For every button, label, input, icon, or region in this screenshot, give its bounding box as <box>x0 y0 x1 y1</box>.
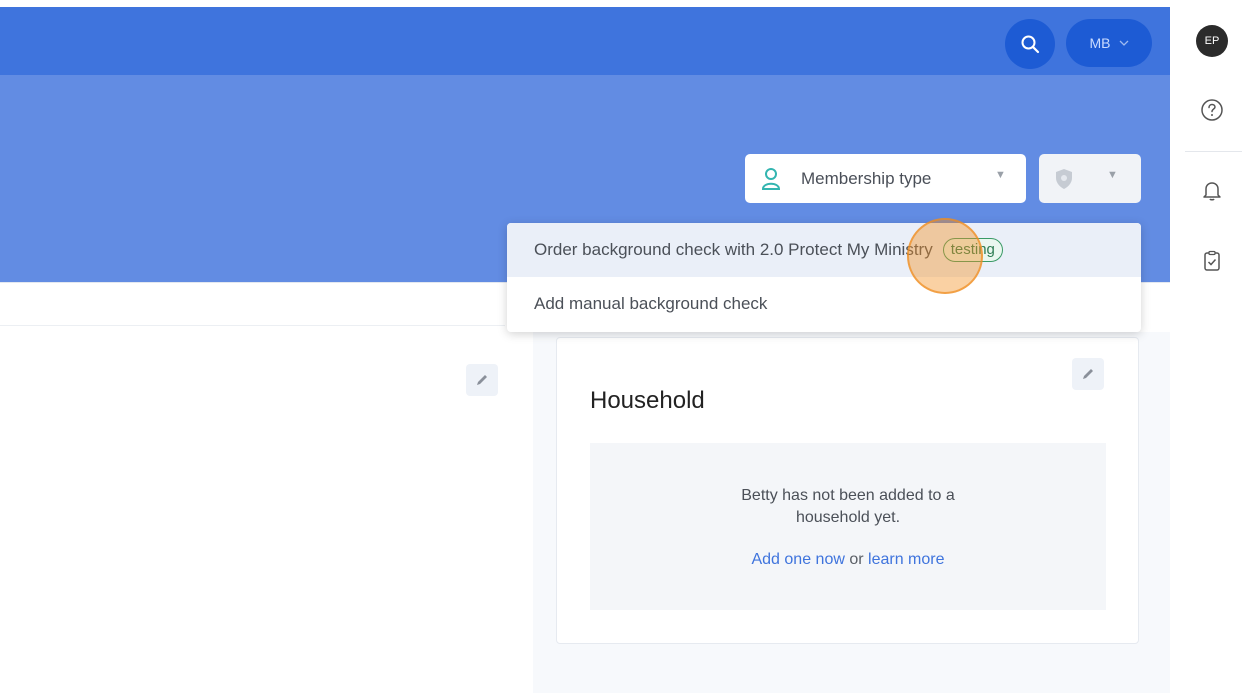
background-check-menu-button[interactable]: ▼ <box>1039 154 1141 203</box>
learn-more-link[interactable]: learn more <box>868 551 944 568</box>
chevron-down-icon <box>1119 40 1128 46</box>
edit-pencil-icon <box>477 375 487 385</box>
clipboard-check-icon[interactable] <box>1200 249 1224 273</box>
household-title: Household <box>590 387 705 414</box>
shield-icon <box>1056 169 1072 189</box>
order-background-check-item[interactable]: Order background check with 2.0 Protect … <box>507 223 1141 277</box>
background-check-dropdown: Order background check with 2.0 Protect … <box>507 223 1141 332</box>
rail-divider <box>1185 151 1242 152</box>
search-button[interactable] <box>1005 19 1055 69</box>
edit-pencil-icon <box>1083 369 1093 379</box>
click-indicator <box>907 218 983 294</box>
or-text: or <box>844 551 869 568</box>
membership-type-button[interactable]: Membership type ▼ <box>745 154 1026 203</box>
help-icon[interactable] <box>1200 98 1224 122</box>
edit-details-button[interactable] <box>466 364 498 396</box>
household-empty-line-1: Betty has not been added to a <box>741 487 955 504</box>
organization-menu-button[interactable]: MB <box>1066 19 1152 67</box>
add-manual-background-check-item[interactable]: Add manual background check <box>507 277 1141 331</box>
edit-household-button[interactable] <box>1072 358 1104 390</box>
avatar[interactable]: EP <box>1196 25 1228 57</box>
caret-down-icon: ▼ <box>995 169 1006 181</box>
person-icon <box>761 167 781 190</box>
app-main: MB Household Betty has not been added to… <box>0 7 1170 693</box>
caret-down-icon: ▼ <box>1107 169 1118 181</box>
order-background-check-label: Order background check with 2.0 Protect … <box>534 240 933 259</box>
bell-icon[interactable] <box>1200 178 1224 202</box>
organization-menu-label: MB <box>1089 35 1111 51</box>
top-navigation-bar: MB <box>0 7 1170 75</box>
left-section-divider <box>0 325 505 326</box>
household-empty-line-2: household yet. <box>795 509 901 526</box>
search-icon <box>1021 35 1040 54</box>
household-empty-actions: Add one now or learn more <box>590 551 1106 569</box>
add-manual-background-check-label: Add manual background check <box>534 294 768 313</box>
add-household-link[interactable]: Add one now <box>751 551 844 568</box>
screenshot-frame: MB Household Betty has not been added to… <box>0 0 1242 693</box>
membership-type-label: Membership type <box>801 168 932 188</box>
household-empty-message: Betty has not been added to a household … <box>590 485 1106 529</box>
